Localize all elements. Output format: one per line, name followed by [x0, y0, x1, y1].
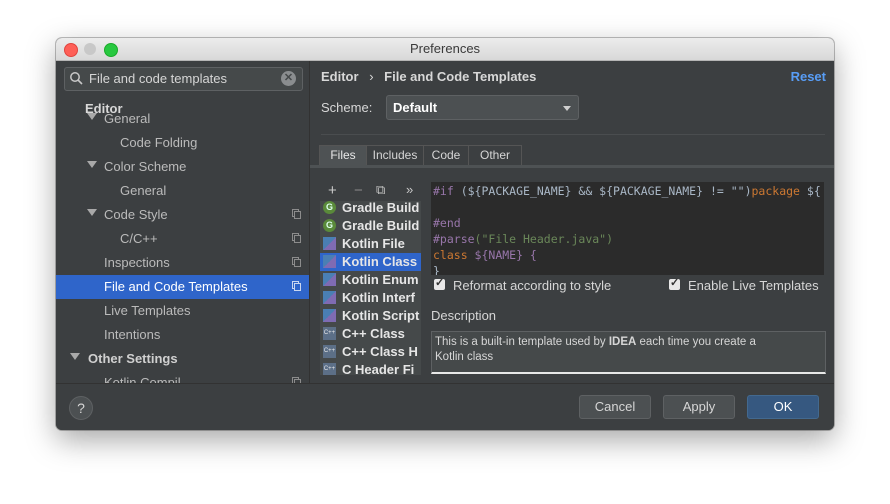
gradle-icon: G — [323, 219, 336, 232]
kotlin-icon — [323, 255, 336, 268]
settings-search-input[interactable]: File and code templates ✕ — [64, 67, 303, 91]
list-item-selected[interactable]: Kotlin Class — [320, 253, 421, 271]
templates-toolbar: + − ⧉ » — [320, 182, 420, 202]
list-item[interactable]: C++ C++ Class — [320, 325, 421, 343]
tab-code[interactable]: Code — [423, 145, 469, 166]
breadcrumb-current: File and Code Templates — [384, 69, 537, 84]
settings-sidebar: File and code templates ✕ Editor General… — [56, 61, 309, 383]
cancel-button[interactable]: Cancel — [579, 395, 651, 419]
tab-other[interactable]: Other — [468, 145, 522, 166]
code-line-1: #if (${PACKAGE_NAME} && ${PACKAGE_NAME} … — [433, 184, 821, 198]
more-actions-button[interactable]: » — [406, 182, 413, 197]
tree-item-kotlin-compiler[interactable]: Kotlin Compil — [56, 371, 309, 383]
code-line-6: } — [433, 264, 440, 275]
tree-item-cpp[interactable]: C/C++ — [56, 227, 309, 251]
code-line-3: #end — [433, 216, 461, 230]
dialog-footer: ? Cancel Apply OK — [56, 383, 834, 430]
tree-item-code-style[interactable]: Code Style — [56, 203, 309, 227]
project-settings-icon — [292, 209, 301, 219]
project-settings-icon — [292, 257, 301, 267]
clear-search-icon[interactable]: ✕ — [281, 71, 296, 86]
project-settings-icon — [292, 233, 301, 243]
settings-content: Editor › File and Code Templates Reset S… — [309, 61, 834, 383]
templates-list: G Gradle Build G Gradle Build Kotlin Fil… — [320, 201, 421, 375]
template-code-editor[interactable]: #if (${PACKAGE_NAME} && ${PACKAGE_NAME} … — [431, 182, 824, 275]
search-input-value: File and code templates — [89, 71, 228, 86]
tab-underline — [310, 165, 834, 168]
tree-item-color-scheme-general[interactable]: General — [56, 179, 309, 203]
reset-link[interactable]: Reset — [791, 69, 826, 84]
kotlin-icon — [323, 309, 336, 322]
code-line-4: #parse("File Header.java") — [433, 232, 614, 246]
list-item[interactable]: Kotlin File — [320, 235, 421, 253]
expand-arrow-icon[interactable] — [87, 161, 97, 168]
cpp-icon: C++ — [323, 327, 336, 340]
kotlin-icon — [323, 237, 336, 250]
code-line-5: class ${NAME} { — [433, 248, 537, 262]
search-icon — [70, 72, 83, 85]
expand-arrow-icon[interactable] — [87, 209, 97, 216]
list-item[interactable]: C++ C++ Class H — [320, 343, 421, 361]
tab-files[interactable]: Files — [319, 145, 367, 166]
description-label: Description — [431, 308, 497, 323]
cpp-icon: C++ — [323, 345, 336, 358]
description-box: This is a built-in template used by IDEA… — [431, 331, 826, 374]
expand-arrow-icon[interactable] — [70, 353, 80, 360]
list-item[interactable]: Kotlin Interf — [320, 289, 421, 307]
add-template-button[interactable]: + — [328, 182, 337, 199]
tree-item-inspections[interactable]: Inspections — [56, 251, 309, 275]
tree-item-live-templates[interactable]: Live Templates — [56, 299, 309, 323]
list-item[interactable]: G Gradle Build — [320, 201, 421, 217]
breadcrumb: Editor › File and Code Templates — [321, 69, 536, 84]
remove-template-button[interactable]: − — [354, 182, 363, 199]
ok-button[interactable]: OK — [747, 395, 819, 419]
preferences-window: Preferences File and code templates ✕ Ed… — [56, 38, 834, 430]
kotlin-icon — [323, 291, 336, 304]
expand-arrow-icon[interactable] — [87, 113, 97, 120]
divider — [321, 134, 825, 135]
tree-item-color-scheme[interactable]: Color Scheme — [56, 155, 309, 179]
project-settings-icon — [292, 281, 301, 291]
copy-template-button[interactable]: ⧉ — [376, 182, 385, 198]
scheme-label: Scheme: — [321, 100, 373, 115]
help-button[interactable]: ? — [69, 396, 93, 420]
list-item[interactable]: Kotlin Script — [320, 307, 421, 325]
tree-item-intentions[interactable]: Intentions — [56, 323, 309, 347]
scheme-dropdown[interactable]: Default — [386, 95, 579, 120]
title-bar: Preferences — [56, 38, 834, 61]
window-title: Preferences — [409, 41, 481, 56]
tree-item-other-settings[interactable]: Other Settings — [56, 347, 309, 371]
tree-item-file-and-code-templates[interactable]: File and Code Templates — [56, 275, 309, 299]
apply-button[interactable]: Apply — [663, 395, 735, 419]
scheme-dropdown-value: Default — [393, 100, 438, 115]
checkbox-checked-icon[interactable] — [669, 276, 680, 290]
description-line-2: Kotlin class — [435, 351, 494, 363]
tab-includes[interactable]: Includes — [366, 145, 424, 166]
tree-item-code-folding[interactable]: Code Folding — [56, 131, 309, 155]
cpp-icon: C++ — [323, 363, 336, 375]
list-item[interactable]: G Gradle Build — [320, 217, 421, 235]
breadcrumb-separator: › — [369, 69, 374, 84]
list-item[interactable]: C++ C Header Fi — [320, 361, 421, 375]
checkbox-checked-icon[interactable] — [434, 276, 445, 290]
tree-item-general[interactable]: General — [56, 107, 309, 131]
breadcrumb-parent: Editor — [321, 69, 359, 84]
description-line-1: This is a built-in template used by IDEA… — [435, 336, 756, 348]
chevron-down-icon — [563, 106, 571, 111]
gradle-icon: G — [323, 201, 336, 214]
kotlin-icon — [323, 273, 336, 286]
list-item[interactable]: Kotlin Enum — [320, 271, 421, 289]
